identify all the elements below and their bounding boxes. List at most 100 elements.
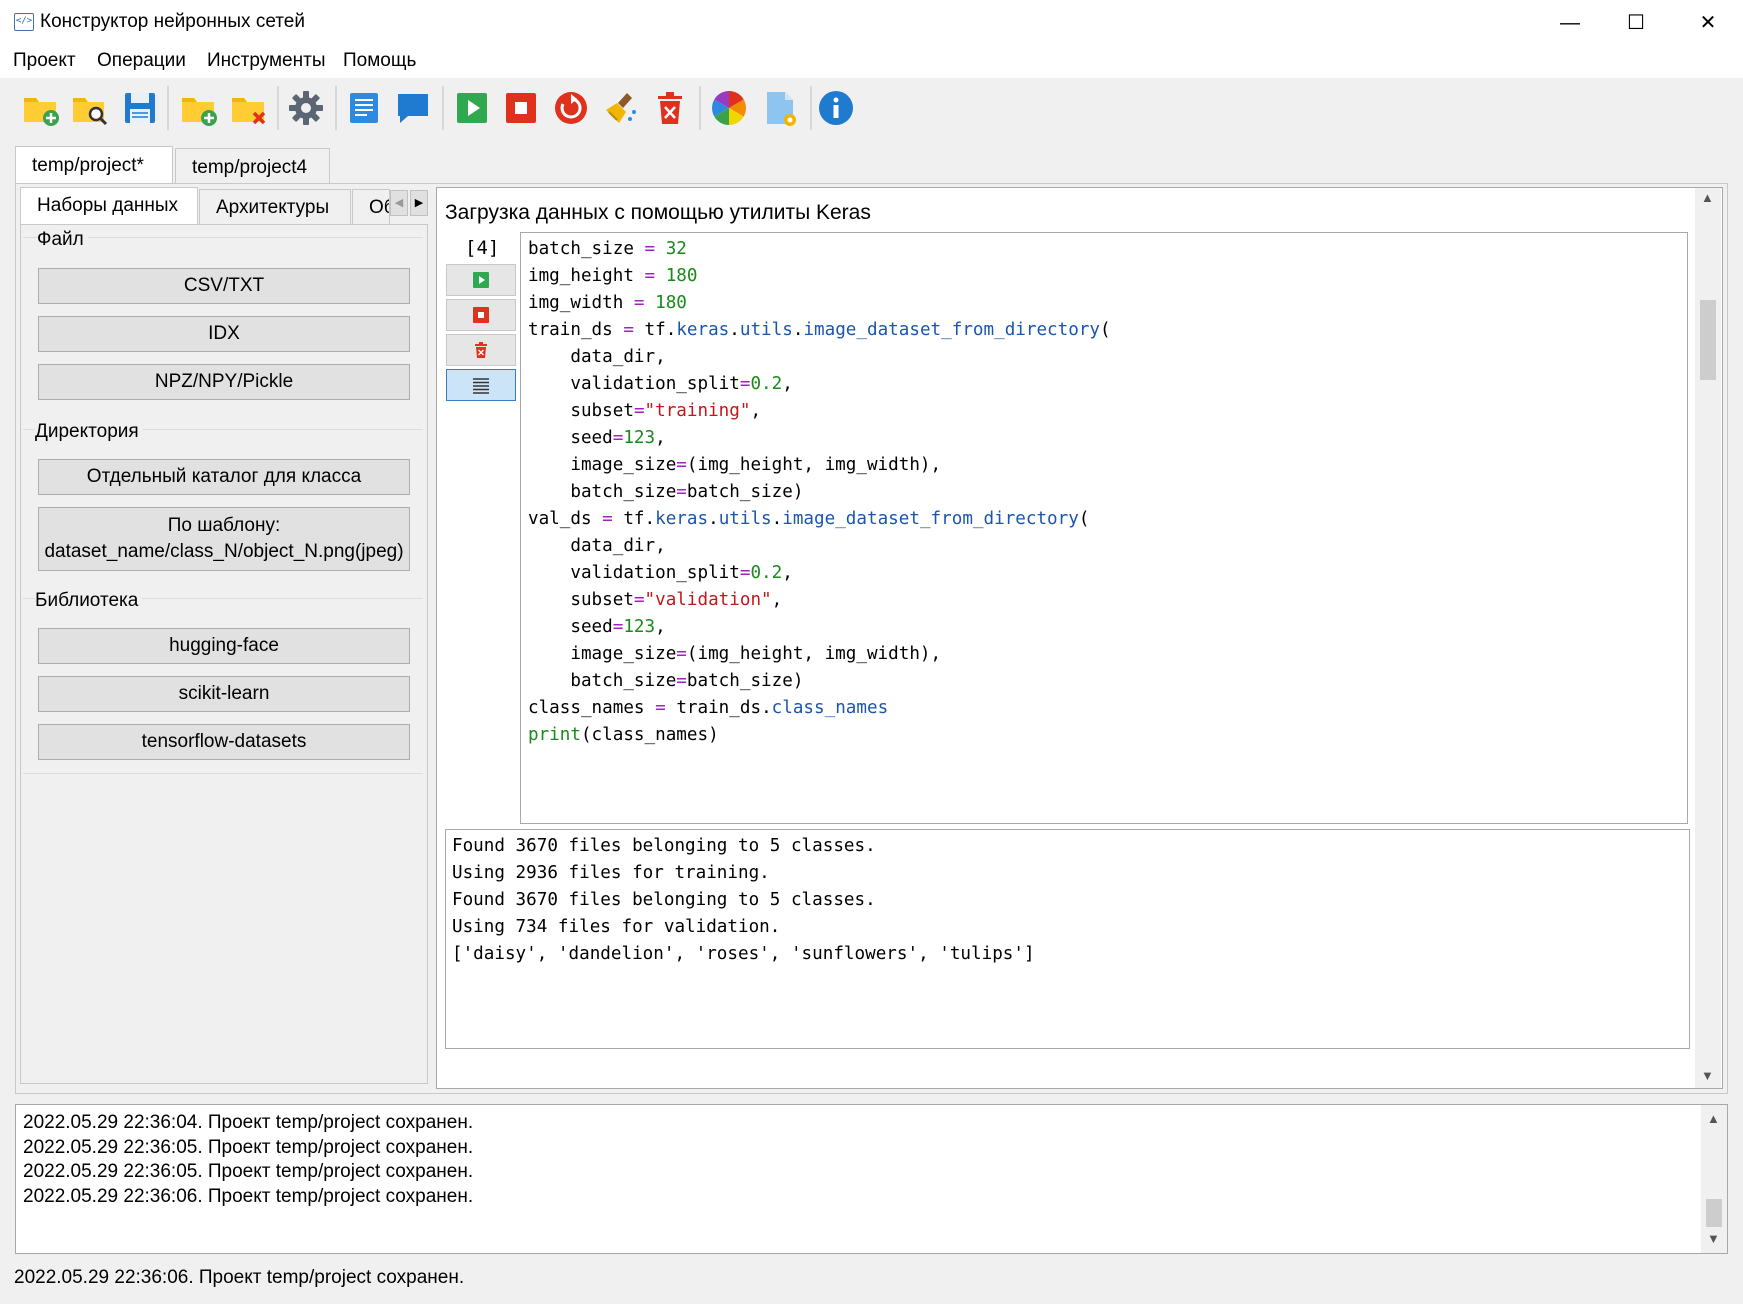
clear-output-button[interactable]	[601, 88, 641, 128]
code-token: (class_names)	[580, 725, 719, 745]
menu-tools[interactable]: Инструменты	[207, 50, 325, 72]
code-token: .	[761, 698, 772, 718]
toolbar	[0, 78, 1743, 136]
scikit-learn-button[interactable]: scikit-learn	[38, 676, 410, 712]
scrollbar-thumb[interactable]	[1700, 300, 1716, 380]
info-button[interactable]	[816, 88, 856, 128]
csv-txt-button[interactable]: CSV/TXT	[38, 268, 410, 304]
scroll-up-icon[interactable]: ▲	[1707, 1111, 1720, 1126]
settings-gear-icon	[289, 91, 323, 125]
code-token: subset	[528, 590, 634, 610]
code-token: .	[708, 509, 719, 529]
code-token: subset	[528, 401, 634, 421]
tab-label: Наборы данных	[37, 195, 179, 216]
lines-icon	[473, 378, 489, 394]
output-line: Found 3670 files belonging to 5 classes.	[452, 836, 876, 856]
menu-operations[interactable]: Операции	[97, 50, 186, 72]
cell-run-button[interactable]	[446, 264, 516, 296]
npz-npy-pickle-button[interactable]: NPZ/NPY/Pickle	[38, 364, 410, 400]
save-button[interactable]	[120, 88, 160, 128]
tensorflow-datasets-button[interactable]: tensorflow-datasets	[38, 724, 410, 760]
close-icon: ✕	[1699, 12, 1717, 34]
log-scrollbar[interactable]: ▲ ▼	[1701, 1105, 1727, 1253]
code-token: =	[633, 401, 645, 421]
code-token: validation_split	[528, 563, 740, 583]
code-token: (	[1100, 320, 1111, 340]
open-project-button[interactable]	[70, 88, 110, 128]
log-line: 2022.05.29 22:36:05. Проект temp/project…	[23, 1161, 474, 1182]
code-token: data_dir,	[528, 536, 666, 556]
pattern-template-button[interactable]: По шаблону: dataset_name/class_N/object_…	[38, 507, 410, 571]
group-title-library: Библиотека	[35, 590, 143, 612]
idx-button[interactable]: IDX	[38, 316, 410, 352]
delete-cell-button[interactable]	[650, 88, 690, 128]
scroll-up-icon[interactable]: ▲	[1701, 190, 1714, 205]
info-icon	[819, 91, 853, 125]
cell-index: [4]	[465, 237, 500, 259]
code-token: train_ds	[528, 320, 613, 340]
add-comment-button[interactable]	[393, 88, 433, 128]
tab-scroll-right-button[interactable]: ▶	[410, 190, 428, 216]
code-token: ,	[750, 401, 762, 421]
code-token: =	[739, 374, 751, 394]
notebook-scrollbar[interactable]: ▲ ▼	[1695, 188, 1721, 1088]
code-token: =	[591, 509, 624, 529]
cell-output: Found 3670 files belonging to 5 classes.…	[445, 829, 1690, 1049]
add-folder-button[interactable]	[178, 88, 218, 128]
maximize-icon: ☐	[1627, 12, 1645, 34]
cell-delete-button[interactable]	[446, 334, 516, 366]
tab-label: temp/project4	[192, 157, 308, 178]
code-token: image_dataset_from_directory	[782, 509, 1079, 529]
scroll-down-icon[interactable]: ▼	[1701, 1068, 1714, 1083]
tab-scroll-left-button[interactable]: ◀	[390, 190, 408, 216]
status-bar: 2022.05.29 22:36:06. Проект temp/project…	[14, 1267, 465, 1288]
new-project-button[interactable]	[20, 88, 60, 128]
code-token: =	[633, 266, 666, 286]
code-token: =	[633, 590, 645, 610]
output-line: Using 2936 files for training.	[452, 863, 770, 883]
code-token: ,	[771, 590, 783, 610]
folder-per-class-button[interactable]: Отдельный каталог для класса	[38, 459, 410, 495]
delete-folder-icon	[232, 98, 266, 125]
delete-folder-button[interactable]	[228, 88, 268, 128]
cell-toggle-text-button[interactable]	[446, 369, 516, 401]
code-token: ,	[782, 374, 793, 394]
cell-stop-button[interactable]	[446, 299, 516, 331]
code-editor[interactable]: batch_size = 32 img_height = 180 img_wid…	[520, 232, 1688, 824]
code-line: image_size=(img_height, img_width),	[528, 641, 1111, 668]
menu-project[interactable]: Проект	[13, 50, 76, 72]
run-button[interactable]	[452, 88, 492, 128]
scrollbar-thumb[interactable]	[1706, 1199, 1722, 1227]
minimize-button[interactable]: —	[1535, 0, 1605, 46]
tab-project4[interactable]: temp/project4	[175, 148, 330, 184]
output-line: Using 734 files for validation.	[452, 917, 781, 937]
code-token: image_size	[528, 455, 677, 475]
code-line: seed=123,	[528, 425, 1111, 452]
menu-help[interactable]: Помощь	[343, 50, 416, 72]
code-content: batch_size = 32 img_height = 180 img_wid…	[528, 236, 1111, 749]
code-token: 123	[623, 617, 656, 637]
code-token: 180	[665, 266, 698, 286]
add-text-cell-button[interactable]	[344, 88, 384, 128]
restart-button[interactable]	[551, 88, 591, 128]
tab-datasets[interactable]: Наборы данных	[20, 187, 198, 225]
tab-project[interactable]: temp/project*	[15, 146, 173, 184]
hugging-face-button[interactable]: hugging-face	[38, 628, 410, 664]
toolbar-separator	[699, 86, 701, 130]
settings-button[interactable]	[286, 88, 326, 128]
tab-other[interactable]: Об	[352, 189, 390, 225]
stop-button[interactable]	[501, 88, 541, 128]
code-token: =	[633, 239, 666, 259]
tab-architectures[interactable]: Архитектуры	[199, 189, 351, 225]
maximize-button[interactable]: ☐	[1601, 0, 1671, 46]
code-token: (img_height, img_width),	[686, 644, 942, 664]
document-settings-button[interactable]	[760, 88, 800, 128]
code-token: 32	[665, 239, 687, 259]
code-line: subset="validation",	[528, 587, 1111, 614]
run-icon	[457, 93, 487, 123]
color-palette-button[interactable]	[709, 88, 749, 128]
close-button[interactable]: ✕	[1673, 0, 1743, 46]
code-line: train_ds = tf.keras.utils.image_dataset_…	[528, 317, 1111, 344]
scroll-down-icon[interactable]: ▼	[1707, 1231, 1720, 1246]
clear-output-icon	[606, 93, 636, 123]
